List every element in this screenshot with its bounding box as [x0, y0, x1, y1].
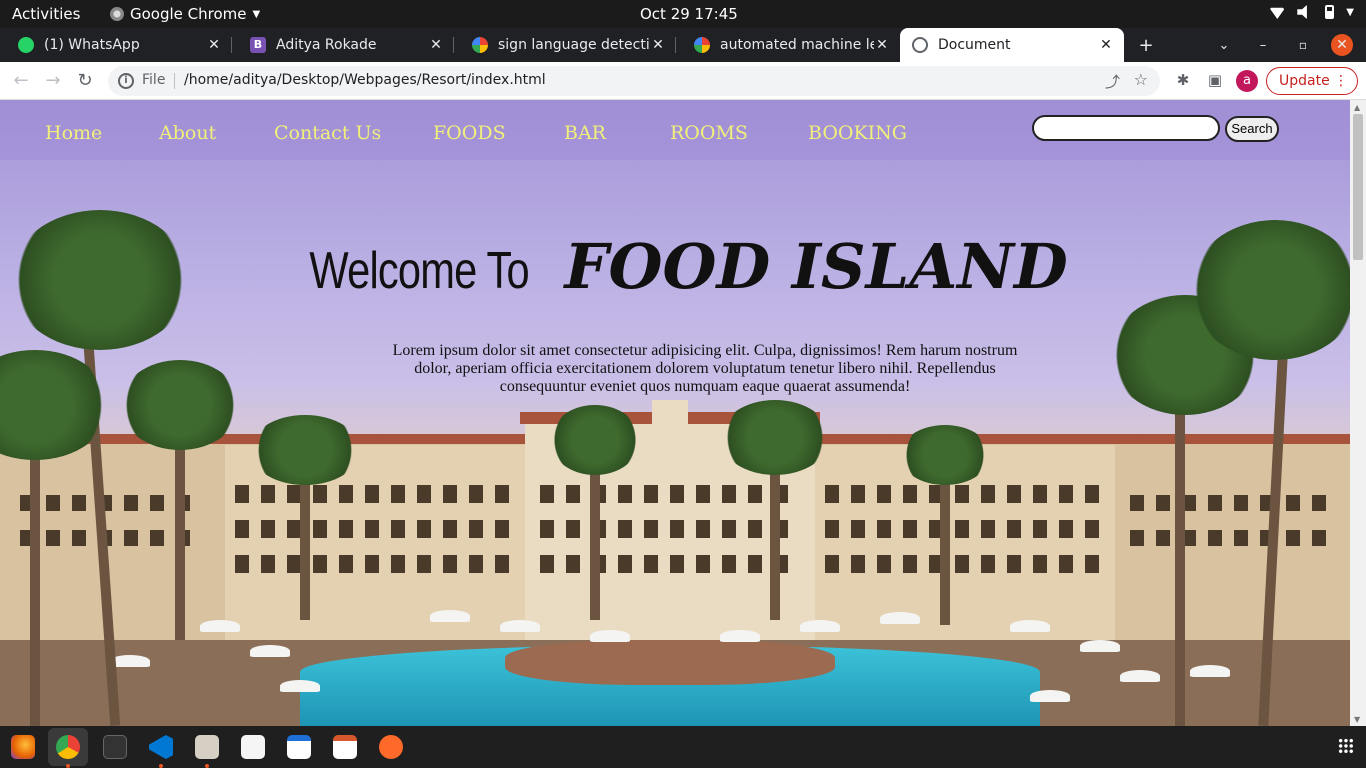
impress-icon[interactable] [333, 735, 357, 759]
firefox-icon[interactable] [11, 735, 35, 759]
new-tab-button[interactable]: + [1129, 28, 1163, 62]
volume-icon [1297, 5, 1307, 19]
site-navbar: Home About Contact Us FOODS BAR ROOMS BO… [0, 100, 1350, 160]
tab-title: automated machine lea [720, 37, 874, 53]
close-icon[interactable]: ✕ [206, 37, 222, 53]
tab-aditya-rokade[interactable]: B Aditya Rokade ✕ [232, 28, 454, 62]
vscode-icon[interactable] [149, 735, 173, 759]
back-arrow-icon[interactable]: ← [8, 68, 34, 94]
battery-icon [1325, 5, 1335, 19]
search-input[interactable] [1032, 115, 1220, 141]
activities-button[interactable]: Activities [12, 5, 80, 23]
side-panel-icon[interactable]: ▣ [1206, 71, 1224, 89]
close-icon[interactable]: ✕ [874, 37, 890, 53]
terminal-icon[interactable] [103, 735, 127, 759]
address-bar[interactable]: i File /home/aditya/Desktop/Webpages/Res… [108, 66, 1160, 96]
chrome-icon[interactable] [56, 735, 80, 759]
nav-link-bar[interactable]: BAR [564, 122, 606, 144]
clock[interactable]: Oct 29 17:45 [640, 5, 738, 23]
chrome-icon [110, 7, 124, 21]
tab-title: sign language detection [498, 37, 650, 53]
share-icon[interactable]: ⤴ [1105, 71, 1120, 92]
info-icon[interactable]: i [118, 73, 134, 89]
tab-title: Document [938, 37, 1011, 53]
tab-automated-ml[interactable]: automated machine lea ✕ [676, 28, 900, 62]
tab-strip: (1) WhatsApp ✕ B Aditya Rokade ✕ sign la… [0, 28, 1366, 62]
page-viewport: Home About Contact Us FOODS BAR ROOMS BO… [0, 100, 1350, 726]
close-window-button[interactable]: ✕ [1331, 34, 1353, 56]
nav-link-home[interactable]: Home [45, 122, 102, 144]
text-editor-icon[interactable] [241, 735, 265, 759]
caret-down-icon: ▼ [252, 8, 261, 20]
close-icon[interactable]: ✕ [650, 37, 666, 53]
update-button[interactable]: Update ⋮ [1266, 67, 1358, 95]
writer-icon[interactable] [287, 735, 311, 759]
power-menu-caret-icon: ▼ [1346, 6, 1354, 18]
forward-arrow-icon[interactable]: → [40, 68, 66, 94]
tab-document[interactable]: Document ✕ [900, 28, 1124, 62]
hero-brand-name: FOOD ISLAND [564, 230, 1068, 303]
maximize-button[interactable]: ▫ [1286, 28, 1320, 62]
bootstrap-icon: B [250, 37, 266, 53]
scheme-label: File [142, 72, 166, 88]
dock [0, 726, 1366, 768]
profile-avatar[interactable]: a [1236, 70, 1258, 92]
scroll-up-icon[interactable]: ▲ [1354, 103, 1360, 112]
bookmark-star-icon[interactable]: ☆ [1134, 70, 1148, 89]
url-text[interactable]: /home/aditya/Desktop/Webpages/Resort/ind… [184, 72, 546, 88]
reload-icon[interactable]: ↻ [72, 68, 98, 94]
extensions-puzzle-icon[interactable]: ✱ [1174, 71, 1192, 89]
close-icon[interactable]: ✕ [428, 37, 444, 53]
nav-link-foods[interactable]: FOODS [433, 122, 506, 144]
nav-link-booking[interactable]: BOOKING [808, 122, 907, 144]
show-apps-icon[interactable] [1338, 738, 1354, 754]
tab-sign-language[interactable]: sign language detection ✕ [454, 28, 676, 62]
system-tray[interactable]: ▼ [1269, 5, 1354, 19]
kebab-menu-icon[interactable]: ⋮ [1334, 68, 1348, 94]
system-top-bar: Activities Google Chrome ▼ Oct 29 17:45 … [0, 0, 1366, 28]
tab-title: (1) WhatsApp [44, 37, 140, 53]
nav-link-rooms[interactable]: ROOMS [670, 122, 748, 144]
hero-welcome-text: Welcome To [309, 242, 530, 300]
google-icon [694, 37, 710, 53]
hero-paragraph: Lorem ipsum dolor sit amet consectetur a… [392, 342, 1018, 395]
nav-link-about[interactable]: About [159, 122, 216, 144]
whatsapp-icon [18, 37, 34, 53]
browser-toolbar: ← → ↻ i File /home/aditya/Desktop/Webpag… [0, 62, 1366, 100]
wifi-icon [1269, 7, 1286, 19]
globe-icon [912, 37, 928, 53]
close-icon[interactable]: ✕ [1098, 37, 1114, 53]
google-icon [472, 37, 488, 53]
sublime-icon[interactable] [379, 735, 403, 759]
files-icon[interactable] [195, 735, 219, 759]
hero-heading: Welcome To FOOD ISLAND [0, 230, 1350, 303]
tab-whatsapp[interactable]: (1) WhatsApp ✕ [0, 28, 232, 62]
scroll-down-icon[interactable]: ▼ [1354, 715, 1360, 724]
scrollbar-thumb[interactable] [1353, 114, 1363, 260]
app-menu[interactable]: Google Chrome ▼ [110, 5, 260, 23]
page-scrollbar[interactable]: ▲ ▼ [1350, 100, 1366, 726]
update-label: Update [1279, 73, 1330, 89]
tab-title: Aditya Rokade [276, 37, 377, 53]
nav-link-contact-us[interactable]: Contact Us [274, 122, 381, 144]
app-menu-label: Google Chrome [130, 5, 247, 23]
minimize-button[interactable]: – [1246, 28, 1280, 62]
search-button[interactable]: Search [1225, 116, 1279, 142]
tab-search-chevron-icon[interactable]: ⌄ [1207, 28, 1241, 62]
